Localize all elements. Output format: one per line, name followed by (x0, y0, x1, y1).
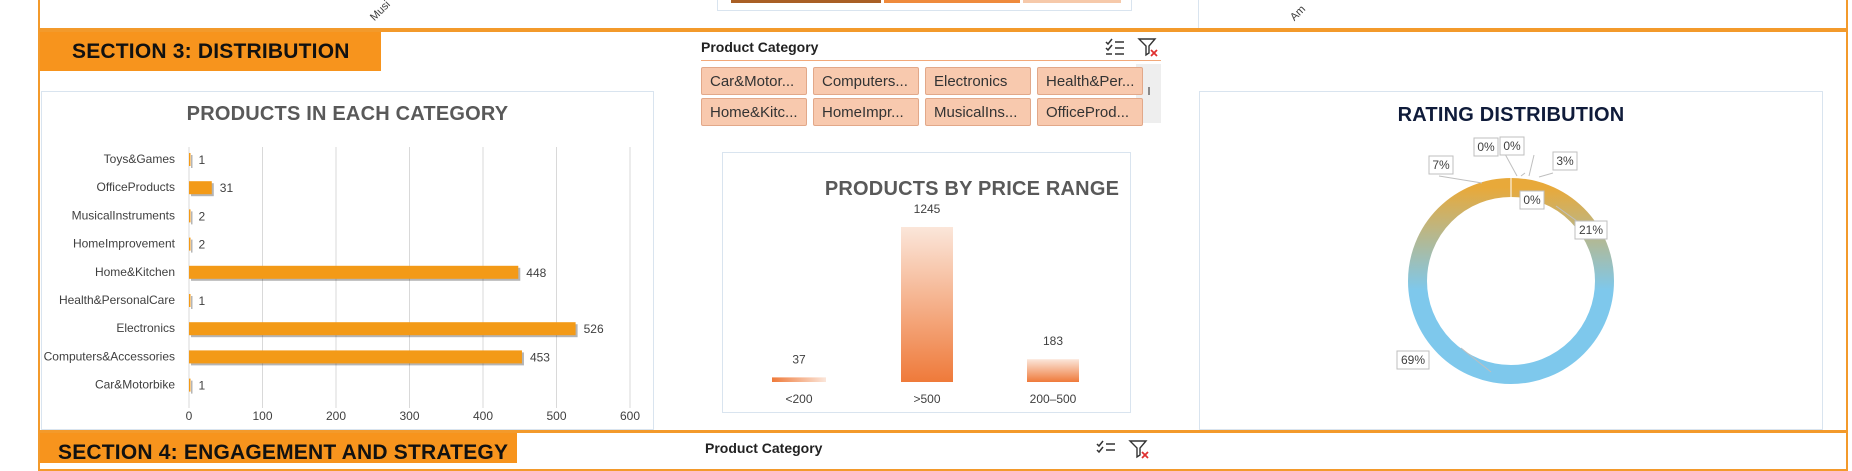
category-tick-label: 100 (252, 409, 272, 423)
rating-leader-line (1528, 154, 1535, 177)
rating-data-label: 0% (1523, 193, 1541, 207)
top-bar-segment (1023, 0, 1121, 3)
rating-leader-line (1504, 153, 1518, 177)
category-bar (189, 237, 191, 251)
category-axis-label: Computers&Accessories (44, 349, 175, 363)
rating-data-label: 7% (1432, 158, 1450, 172)
price-data-label: 37 (792, 352, 806, 366)
top-bar-segment (731, 0, 881, 3)
slicer-item[interactable]: MusicalIns... (925, 98, 1031, 126)
price-data-label: 183 (1043, 334, 1063, 348)
section4-title: SECTION 4: ENGAGEMENT AND STRATEGY (40, 433, 517, 464)
category-bar-shadow (191, 380, 193, 394)
slicer-item[interactable]: OfficeProd... (1037, 98, 1143, 126)
rating-data-label: 21% (1579, 223, 1603, 237)
rating-chart-title: RATING DISTRIBUTION (1397, 104, 1625, 126)
category-tick-label: 400 (473, 409, 493, 423)
category-data-label: 1 (199, 379, 206, 393)
category-chart-title: PRODUCTS IN EACH CATEGORY (186, 103, 509, 125)
price-chart: 37 <200 1245 >500 183 200–500 (772, 202, 1079, 406)
slicer-item[interactable]: Computers... (813, 67, 919, 95)
section3-title-text: SECTION 3: DISTRIBUTION (72, 39, 350, 63)
multi-select-icon[interactable] (1104, 36, 1126, 58)
category-bar (189, 181, 212, 195)
category-axis-label: Health&PersonalCare (59, 293, 175, 307)
rating-data-label: 0% (1477, 140, 1495, 154)
rating-chart: 69% 7% 0% 0% 0% 3% 21% (1396, 136, 1614, 384)
category-tick-label: 600 (620, 409, 640, 423)
slicer-item[interactable]: Home&Kitc... (701, 98, 807, 126)
category-axis-label: HomeImprovement (73, 237, 176, 251)
category-bar (189, 378, 191, 392)
clear-filter-icon[interactable] (1137, 36, 1159, 58)
rating-leader-line (1438, 175, 1483, 184)
rating-ring (1408, 178, 1614, 384)
rating-data-label: 3% (1556, 154, 1574, 168)
category-axis-label: Home&Kitchen (95, 265, 175, 279)
category-bar-shadow (191, 239, 193, 253)
category-data-label: 31 (220, 181, 234, 195)
section2-chart-divider (1198, 0, 1199, 28)
category-bar (189, 294, 191, 307)
section4-slicer-header: Product Category (705, 440, 823, 456)
category-axis-label: MusicalInstruments (72, 208, 175, 222)
category-axis-label: Electronics (116, 321, 175, 335)
slicer-item[interactable]: Electronics (925, 67, 1031, 95)
category-bar-shadow (191, 211, 193, 225)
price-bar (1027, 359, 1079, 382)
category-bar (189, 265, 519, 279)
category-data-label: 2 (199, 238, 206, 252)
top-bar-segment (884, 0, 1020, 3)
slicer-item[interactable]: Health&Per... (1037, 67, 1143, 95)
category-data-label: 1 (199, 294, 206, 308)
slicer-scroll-thumb[interactable] (1148, 87, 1150, 95)
category-bar (189, 350, 522, 364)
section3-title: SECTION 3: DISTRIBUTION (40, 32, 381, 71)
category-bar-shadow (191, 155, 193, 168)
price-category-label: 200–500 (1030, 392, 1077, 406)
rating-data-label: 69% (1401, 353, 1425, 367)
category-axis-label: Toys&Games (104, 152, 175, 166)
price-chart-title: PRODUCTS BY PRICE RANGE (824, 178, 1120, 200)
category-tick-label: 200 (326, 409, 346, 423)
slicer-item[interactable]: Car&Motor... (701, 67, 807, 95)
category-data-label: 1 (199, 153, 206, 167)
slicer-item[interactable]: HomeImpr... (813, 98, 919, 126)
category-data-label: 526 (584, 322, 604, 336)
price-category-label: <200 (785, 392, 812, 406)
category-data-label: 2 (199, 209, 206, 223)
category-tick-label: 300 (399, 409, 419, 423)
category-data-label: 448 (526, 266, 546, 280)
price-bar (772, 377, 826, 382)
section4-title-text: SECTION 4: ENGAGEMENT AND STRATEGY (58, 441, 509, 464)
price-category-label: >500 (913, 392, 940, 406)
rating-leader-line (1520, 172, 1526, 177)
category-bar (189, 322, 576, 336)
category-data-label: 453 (530, 350, 550, 364)
category-chart: 0 100 200 300 400 500 600 Toys&Games 1 OfficeProd… (44, 147, 640, 423)
price-data-label: 1245 (914, 202, 941, 216)
category-tick-label: 500 (546, 409, 566, 423)
price-bar (901, 227, 953, 382)
category-axis-label: OfficeProducts (97, 180, 175, 194)
rating-leader-line (1538, 172, 1554, 178)
category-bar (189, 153, 191, 166)
slicer-header: Product Category (701, 39, 819, 55)
slicer-divider (701, 60, 1161, 61)
category-bar-shadow (191, 296, 193, 309)
rating-data-label: 0% (1503, 139, 1521, 153)
category-bar (189, 209, 191, 223)
category-tick-label: 0 (186, 409, 193, 423)
category-axis-label: Car&Motorbike (95, 378, 175, 392)
